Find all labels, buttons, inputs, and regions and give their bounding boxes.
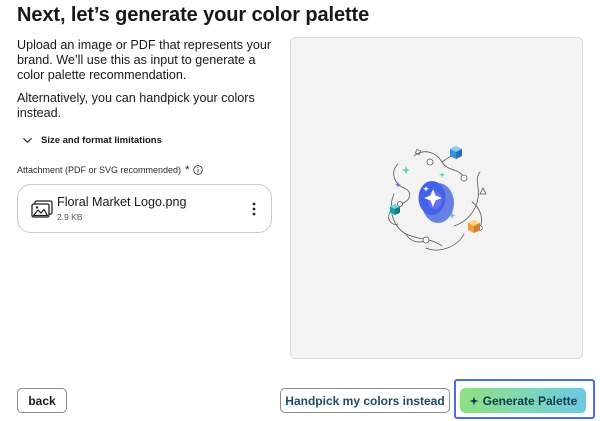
attachment-label: Attachment (PDF or SVG recommended) bbox=[17, 165, 182, 175]
ai-palette-illustration bbox=[388, 146, 487, 251]
generate-palette-button[interactable]: Generate Palette bbox=[460, 388, 586, 413]
attachment-label-row: Attachment (PDF or SVG recommended) * bbox=[17, 163, 204, 176]
more-vertical-icon[interactable] bbox=[248, 201, 260, 217]
generate-palette-label: Generate Palette bbox=[482, 393, 578, 408]
attachment-file-card[interactable]: Floral Market Logo.png 2.9 KB bbox=[17, 184, 272, 233]
page-title: Next, let’s generate your color palette bbox=[17, 4, 370, 26]
file-name: Floral Market Logo.png bbox=[57, 195, 187, 209]
file-size: 2.9 KB bbox=[57, 212, 83, 222]
info-icon[interactable] bbox=[193, 165, 204, 175]
limitations-label: Size and format limitations bbox=[41, 135, 162, 146]
required-asterisk: * bbox=[185, 163, 190, 176]
alternative-paragraph: Alternatively, you can handpick your col… bbox=[17, 91, 255, 120]
intro-paragraph: Upload an image or PDF that represents y… bbox=[17, 38, 272, 82]
size-format-limitations-toggle[interactable]: Size and format limitations bbox=[22, 135, 162, 146]
back-button[interactable]: back bbox=[17, 388, 67, 413]
chevron-down-icon bbox=[23, 138, 32, 143]
image-icon bbox=[31, 200, 53, 218]
handpick-colors-button[interactable]: Handpick my colors instead bbox=[280, 388, 450, 413]
sparkle-icon bbox=[469, 396, 479, 405]
